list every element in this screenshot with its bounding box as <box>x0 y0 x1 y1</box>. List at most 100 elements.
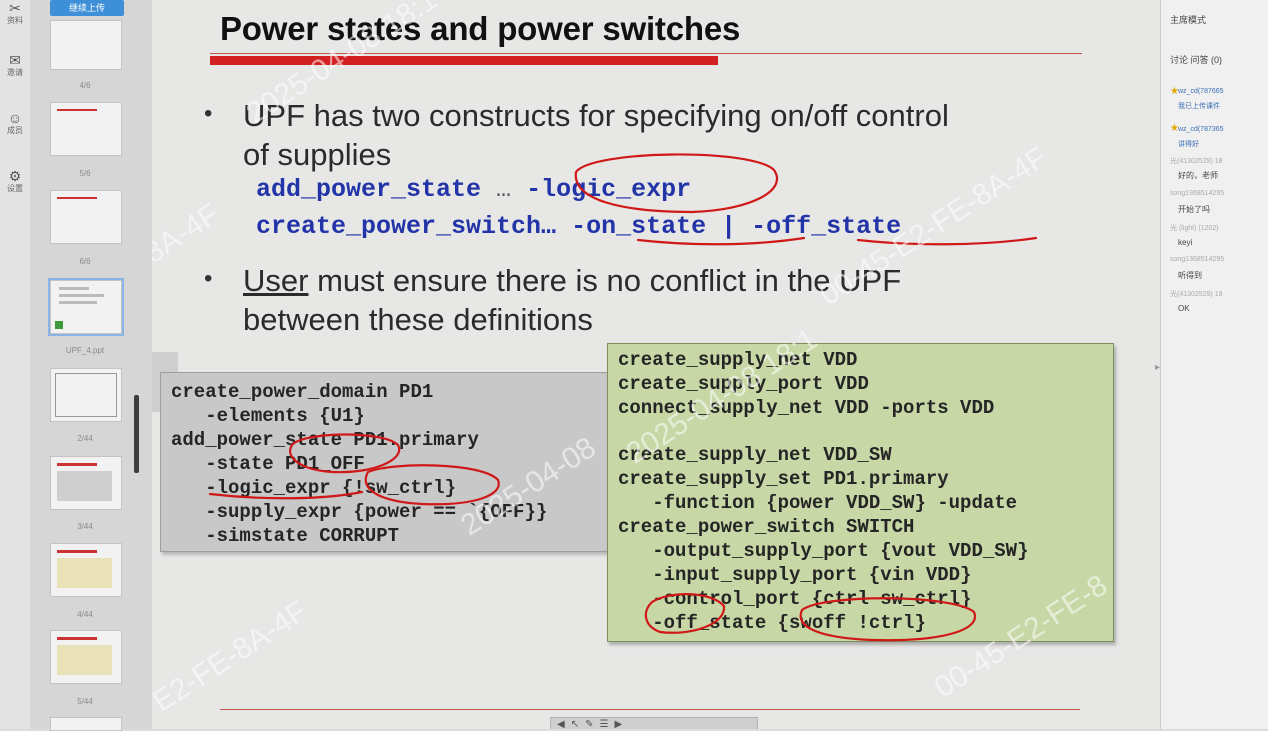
thumbnail-label: 2/44 <box>77 434 93 443</box>
code-line: -control_port {ctrl sw_ctrl} <box>618 588 972 610</box>
code-token: add_power_state <box>256 175 482 204</box>
power-switch-code-box: create_supply_net VDD create_supply_port… <box>607 343 1114 642</box>
chat-message: 讲得好 <box>1178 141 1199 148</box>
chat-sender: 光 (light) (1202) <box>1170 225 1219 232</box>
collapse-arrow-icon[interactable]: ▸ <box>1155 362 1160 373</box>
watermark: -8A-4F <box>152 197 226 276</box>
code-line: -output_supply_port {vout VDD_SW} <box>618 540 1029 562</box>
code-line: create_supply_port VDD <box>618 373 869 395</box>
scissors-icon: ✂ <box>9 0 21 16</box>
toolbar-item-members[interactable]: ☺ 成员 <box>2 110 28 136</box>
code-token: -on_state <box>571 212 707 241</box>
thumbnail-label: 5/44 <box>77 697 93 706</box>
thumbnail-label: UPF_4.ppt <box>65 346 105 355</box>
chat-sender: song1368514295 <box>1170 256 1225 263</box>
thumb-line <box>59 287 89 290</box>
left-toolbar: ✂ 资料 ✉ 邀请 ☺ 成员 ⚙ 设置 <box>0 0 31 729</box>
code-line: add_power_state PD1.primary <box>171 429 479 451</box>
code-line: -input_supply_port {vin VDD} <box>618 564 972 586</box>
code-line: create_supply_net VDD_SW <box>618 444 892 466</box>
chat-message: 听得到 <box>1178 271 1202 280</box>
thumbnail-label: 4/6 <box>79 81 91 90</box>
code-line: -elements {U1} <box>171 405 365 427</box>
slide-thumbnail[interactable] <box>50 630 122 684</box>
code-line: create_supply_set PD1.primary <box>618 468 949 490</box>
toolbar-item-settings[interactable]: ⚙ 设置 <box>2 168 28 194</box>
slide-thumbnail[interactable] <box>50 456 122 510</box>
thumb-green-mark <box>55 321 63 329</box>
toolbar-item-invite[interactable]: ✉ 邀请 <box>2 52 28 78</box>
title-underline <box>210 53 1082 54</box>
chat-sender: wz_cd(787665 <box>1178 88 1224 95</box>
chat-sender: 光(41302529) 18 <box>1170 158 1223 165</box>
code-token: … <box>481 175 527 204</box>
slide-thumbnail[interactable] <box>50 190 122 244</box>
toolbar-item-label: 邀请 <box>7 68 23 77</box>
slide-thumbnail[interactable] <box>50 102 122 156</box>
slide-thumbnail[interactable] <box>50 368 122 422</box>
chat-message: 好的，老师 <box>1178 171 1218 180</box>
chat-sender: song1368514295 <box>1170 190 1225 197</box>
continue-upload-button[interactable]: 继续上传 <box>50 0 124 16</box>
bullet-text: between these definitions <box>243 302 593 337</box>
thumb-title-line <box>57 637 97 640</box>
code-token: create_power_switch… <box>256 212 572 241</box>
thumbnail-label: 3/44 <box>77 522 93 531</box>
nav-pen-icon[interactable]: ✎ <box>585 718 593 729</box>
bullet-text: of supplies <box>243 137 392 172</box>
bullet-text-rest: must ensure there is no conflict in the … <box>308 263 902 298</box>
thumb-title-line <box>57 197 97 199</box>
code-line: -simstate CORRUPT <box>171 525 400 547</box>
nav-next-icon[interactable]: ▶ <box>614 718 622 729</box>
slide-title: Power states and power switches <box>220 10 741 47</box>
thumb-diagram <box>57 558 112 588</box>
thumbnail-label: 4/44 <box>77 610 93 619</box>
watermark: E2-FE-8A-4F <box>152 594 314 719</box>
thumb-title-line <box>57 109 97 111</box>
chat-sender: 光(41302529) 18 <box>1170 291 1223 298</box>
toolbar-item-label: 设置 <box>7 184 23 193</box>
footer-rule <box>220 709 1080 710</box>
slide-thumbnail[interactable] <box>50 543 122 597</box>
thumb-line <box>59 294 104 297</box>
thumb-diagram <box>57 471 112 501</box>
nav-menu-icon[interactable]: ☰ <box>599 718 608 729</box>
toolbar-item-label: 资料 <box>7 16 23 25</box>
chat-message: keyi <box>1178 238 1193 247</box>
bullet-text: User must ensure there is no conflict in… <box>243 261 1103 301</box>
presenter-mode-label[interactable]: 主席模式 <box>1170 13 1206 26</box>
bullet-icon: • <box>204 265 213 292</box>
chat-message: 我已上传课件 <box>1178 103 1220 110</box>
code-line: create_supply_net VDD <box>618 349 858 371</box>
thumbnail-label: 5/6 <box>79 169 91 178</box>
bullet-icon: • <box>204 100 213 127</box>
thumb-line <box>59 301 97 304</box>
bullet-emphasis: User <box>243 263 309 298</box>
chat-message: 开始了吗 <box>1178 205 1210 214</box>
code-line: -state PD1_OFF <box>171 453 365 475</box>
nav-prev-icon[interactable]: ◀ <box>557 718 565 729</box>
code-example-line: add_power_state … -logic_expr <box>256 175 691 204</box>
thumb-diagram <box>55 373 117 417</box>
chat-message: OK <box>1178 304 1190 313</box>
slide-thumbnail-active[interactable] <box>48 278 124 336</box>
person-icon: ☺ <box>7 110 23 126</box>
thumbnail-scrollbar[interactable] <box>134 395 139 473</box>
slide-navigation-bar[interactable]: ◀ ↖ ✎ ☰ ▶ <box>550 717 758 729</box>
code-token: -logic_expr <box>526 175 692 204</box>
code-example-line: create_power_switch… -on_state | -off_st… <box>256 212 901 241</box>
nav-pointer-icon[interactable]: ↖ <box>571 718 579 729</box>
thumb-title-line <box>57 463 97 466</box>
discussion-tabs[interactable]: 讨论 问答 (0) <box>1170 53 1222 66</box>
thumbnail-label: 6/6 <box>79 257 91 266</box>
slide-canvas: ‹ Power states and power switches • UPF … <box>152 0 1160 729</box>
thumb-diagram <box>57 645 112 675</box>
slide-thumbnail[interactable] <box>50 20 122 70</box>
code-line: create_power_domain PD1 <box>171 381 434 403</box>
chat-sender: wz_cd(787365 <box>1178 126 1224 133</box>
discussion-panel: ▸ 主席模式 讨论 问答 (0) ★ wz_cd(787665 我已上传课件 ★… <box>1155 0 1268 729</box>
toolbar-item-files[interactable]: ✂ 资料 <box>2 0 28 26</box>
code-line: -off_state {swoff !ctrl} <box>618 612 926 634</box>
code-token: | <box>706 212 752 241</box>
code-token: -off_state <box>751 212 902 241</box>
